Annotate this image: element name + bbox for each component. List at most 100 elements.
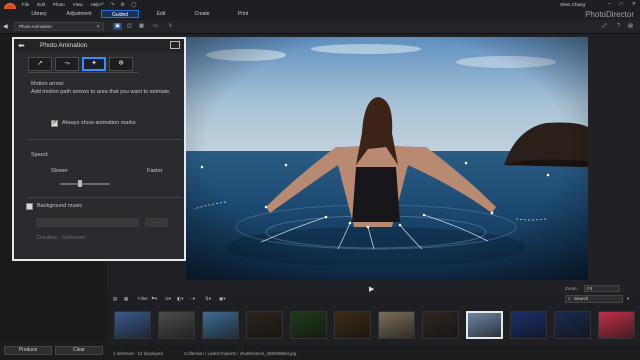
background-music-label: Background music bbox=[37, 203, 83, 209]
menu-file[interactable]: File bbox=[22, 2, 29, 7]
app-name: PhotoDirector bbox=[585, 10, 634, 19]
back-icon[interactable]: ◀ bbox=[3, 23, 8, 30]
photo-canvas[interactable] bbox=[186, 37, 588, 280]
panel-title: Photo Animation bbox=[40, 42, 88, 49]
search-icon: ⌕ bbox=[568, 296, 571, 301]
share-icon[interactable]: ⇪ bbox=[166, 23, 175, 30]
speed-slider-thumb[interactable] bbox=[78, 180, 82, 187]
file-path: Collection / Latest Imports / shuttersto… bbox=[184, 351, 297, 356]
background-music-checkbox[interactable] bbox=[26, 203, 33, 210]
user-name[interactable]: Shen Chang bbox=[560, 2, 585, 7]
zoom-label: Zoom: bbox=[565, 286, 578, 291]
duration-text: Duration : Unknown bbox=[37, 235, 86, 241]
animation-tabs: ➚ ⤳ ✦ ❄ bbox=[28, 57, 133, 71]
breadcrumb-label: Photo Animation bbox=[19, 24, 52, 29]
zoom-select[interactable]: Fit bbox=[584, 285, 620, 292]
filmstrip-thumbnail[interactable] bbox=[246, 311, 283, 339]
flag-filter-icon[interactable]: ⚑▾ bbox=[151, 296, 157, 302]
speed-slider-track[interactable] bbox=[60, 183, 110, 185]
tab-create[interactable]: Create bbox=[183, 10, 221, 18]
snowflake-icon: ❄ bbox=[118, 60, 124, 67]
motion-path-tab[interactable]: ⤳ bbox=[55, 57, 79, 71]
motion-arrow-tab[interactable]: ➚ bbox=[28, 57, 52, 71]
motion-arrow-icon: ➚ bbox=[37, 60, 43, 67]
playback-row: ▶ Zoom: Fit bbox=[107, 284, 640, 294]
menu-view[interactable]: View bbox=[73, 2, 83, 7]
menu-bar: File Edit Photo View Help bbox=[22, 2, 100, 7]
thumb-view-icon[interactable]: ▦ bbox=[124, 296, 128, 302]
compare-view-icon[interactable]: ◫ bbox=[125, 23, 134, 30]
filmstrip-thumbnail[interactable] bbox=[334, 311, 371, 339]
tab-underline bbox=[28, 72, 138, 73]
photo-image bbox=[186, 37, 588, 280]
filmstrip-thumbnail[interactable] bbox=[114, 311, 151, 339]
close-icon[interactable]: ✕ bbox=[632, 1, 636, 7]
filmstrip-thumbnail[interactable] bbox=[202, 311, 239, 339]
menu-edit[interactable]: Edit bbox=[37, 2, 45, 7]
speed-faster-label: Faster bbox=[147, 168, 163, 174]
mode-tabs: Library Adjustment Guided Edit Create Pr… bbox=[0, 9, 640, 20]
search-input[interactable]: Search bbox=[565, 295, 623, 303]
filmstrip-thumbnail[interactable] bbox=[510, 311, 547, 339]
filmstrip-thumbnail[interactable] bbox=[422, 311, 459, 339]
tab-adjustment[interactable]: Adjustment bbox=[60, 10, 98, 18]
filmstrip-menu-icon[interactable]: ▾ bbox=[627, 296, 629, 302]
filmstrip-thumbnail[interactable] bbox=[466, 311, 503, 339]
menu-help[interactable]: Help bbox=[90, 2, 99, 7]
sparkle-tab[interactable]: ✦ bbox=[82, 57, 106, 71]
produce-button[interactable]: Produce bbox=[4, 346, 52, 355]
photo-animation-panel: ⬅ Photo Animation ➚ ⤳ ✦ ❄ Motion arrow: … bbox=[12, 37, 186, 261]
section-heading: Motion arrow: bbox=[31, 81, 65, 87]
clear-button[interactable]: Clear bbox=[55, 346, 103, 355]
tab-guided[interactable]: Guided bbox=[101, 10, 139, 18]
quick-actions: ↶ ↷ ⚙ ◯ bbox=[100, 2, 137, 8]
maximize-icon[interactable]: □ bbox=[620, 1, 623, 7]
play-icon[interactable]: ▶ bbox=[369, 285, 374, 293]
tab-print[interactable]: Print bbox=[224, 10, 262, 18]
filmstrip-thumbnail[interactable] bbox=[554, 311, 591, 339]
status-bar: 1 selected - 12 displayed Collection / L… bbox=[107, 347, 640, 360]
redo-icon[interactable]: ↷ bbox=[110, 2, 114, 8]
breadcrumb-close-icon[interactable]: ✕ bbox=[96, 23, 100, 30]
toolbar: ◀ Photo Animation ✕ ▣ ◫ ▦ ▭ ⇪ ⤢ ? ▤ bbox=[0, 20, 640, 34]
grid-view-icon[interactable]: ▦ bbox=[137, 23, 146, 30]
settings-icon[interactable]: ⚙ bbox=[120, 2, 124, 8]
filmstrip-thumbnail[interactable] bbox=[158, 311, 195, 339]
single-view-icon[interactable]: ▣ bbox=[113, 23, 122, 30]
sparkle-icon: ✦ bbox=[91, 60, 97, 67]
list-view-icon[interactable]: ▤ bbox=[113, 296, 117, 302]
popout-icon[interactable] bbox=[170, 41, 180, 49]
undo-icon[interactable]: ↶ bbox=[100, 2, 104, 8]
snowflake-tab[interactable]: ❄ bbox=[109, 57, 133, 71]
title-bar: File Edit Photo View Help ↶ ↷ ⚙ ◯ Shen C… bbox=[0, 0, 640, 15]
color-filter-icon[interactable]: ◧▾ bbox=[177, 296, 184, 302]
search-placeholder: Search bbox=[574, 296, 589, 301]
speed-slower-label: Slower bbox=[51, 168, 68, 174]
help-icon[interactable]: ? bbox=[614, 23, 623, 30]
tab-library[interactable]: Library bbox=[22, 10, 56, 18]
music-file-field[interactable] bbox=[36, 218, 139, 227]
filmstrip-thumbnail[interactable] bbox=[378, 311, 415, 339]
reject-filter-icon[interactable]: ⊘▾ bbox=[165, 296, 171, 302]
star-filter-icon[interactable]: ∙∙∙▾ bbox=[189, 296, 195, 302]
back-arrow-icon[interactable]: ⬅ bbox=[18, 41, 25, 50]
filmstrip bbox=[107, 305, 640, 345]
collection-filter-icon[interactable]: ▣▾ bbox=[219, 296, 226, 302]
always-show-checkbox[interactable] bbox=[51, 119, 58, 127]
circle-icon[interactable]: ◯ bbox=[131, 2, 137, 8]
divider bbox=[28, 197, 182, 198]
display-icon[interactable]: ▭ bbox=[151, 23, 160, 30]
minimize-icon[interactable]: – bbox=[608, 1, 611, 7]
menu-photo[interactable]: Photo bbox=[53, 2, 65, 7]
instruction-text: Add motion path arrows to area that you … bbox=[31, 89, 171, 95]
motion-path-icon: ⤳ bbox=[64, 60, 70, 67]
browse-music-button[interactable]: ... bbox=[145, 218, 168, 227]
sort-icon[interactable]: ⇅▾ bbox=[205, 296, 211, 302]
tab-edit[interactable]: Edit bbox=[142, 10, 180, 18]
filmstrip-thumbnail[interactable] bbox=[290, 311, 327, 339]
breadcrumb[interactable]: Photo Animation ✕ bbox=[14, 22, 104, 31]
filmstrip-thumbnail[interactable] bbox=[598, 311, 635, 339]
notes-icon[interactable]: ▤ bbox=[626, 23, 635, 30]
expand-icon[interactable]: ⤢ bbox=[600, 23, 609, 30]
always-show-label: Always show animation marks bbox=[62, 120, 136, 126]
